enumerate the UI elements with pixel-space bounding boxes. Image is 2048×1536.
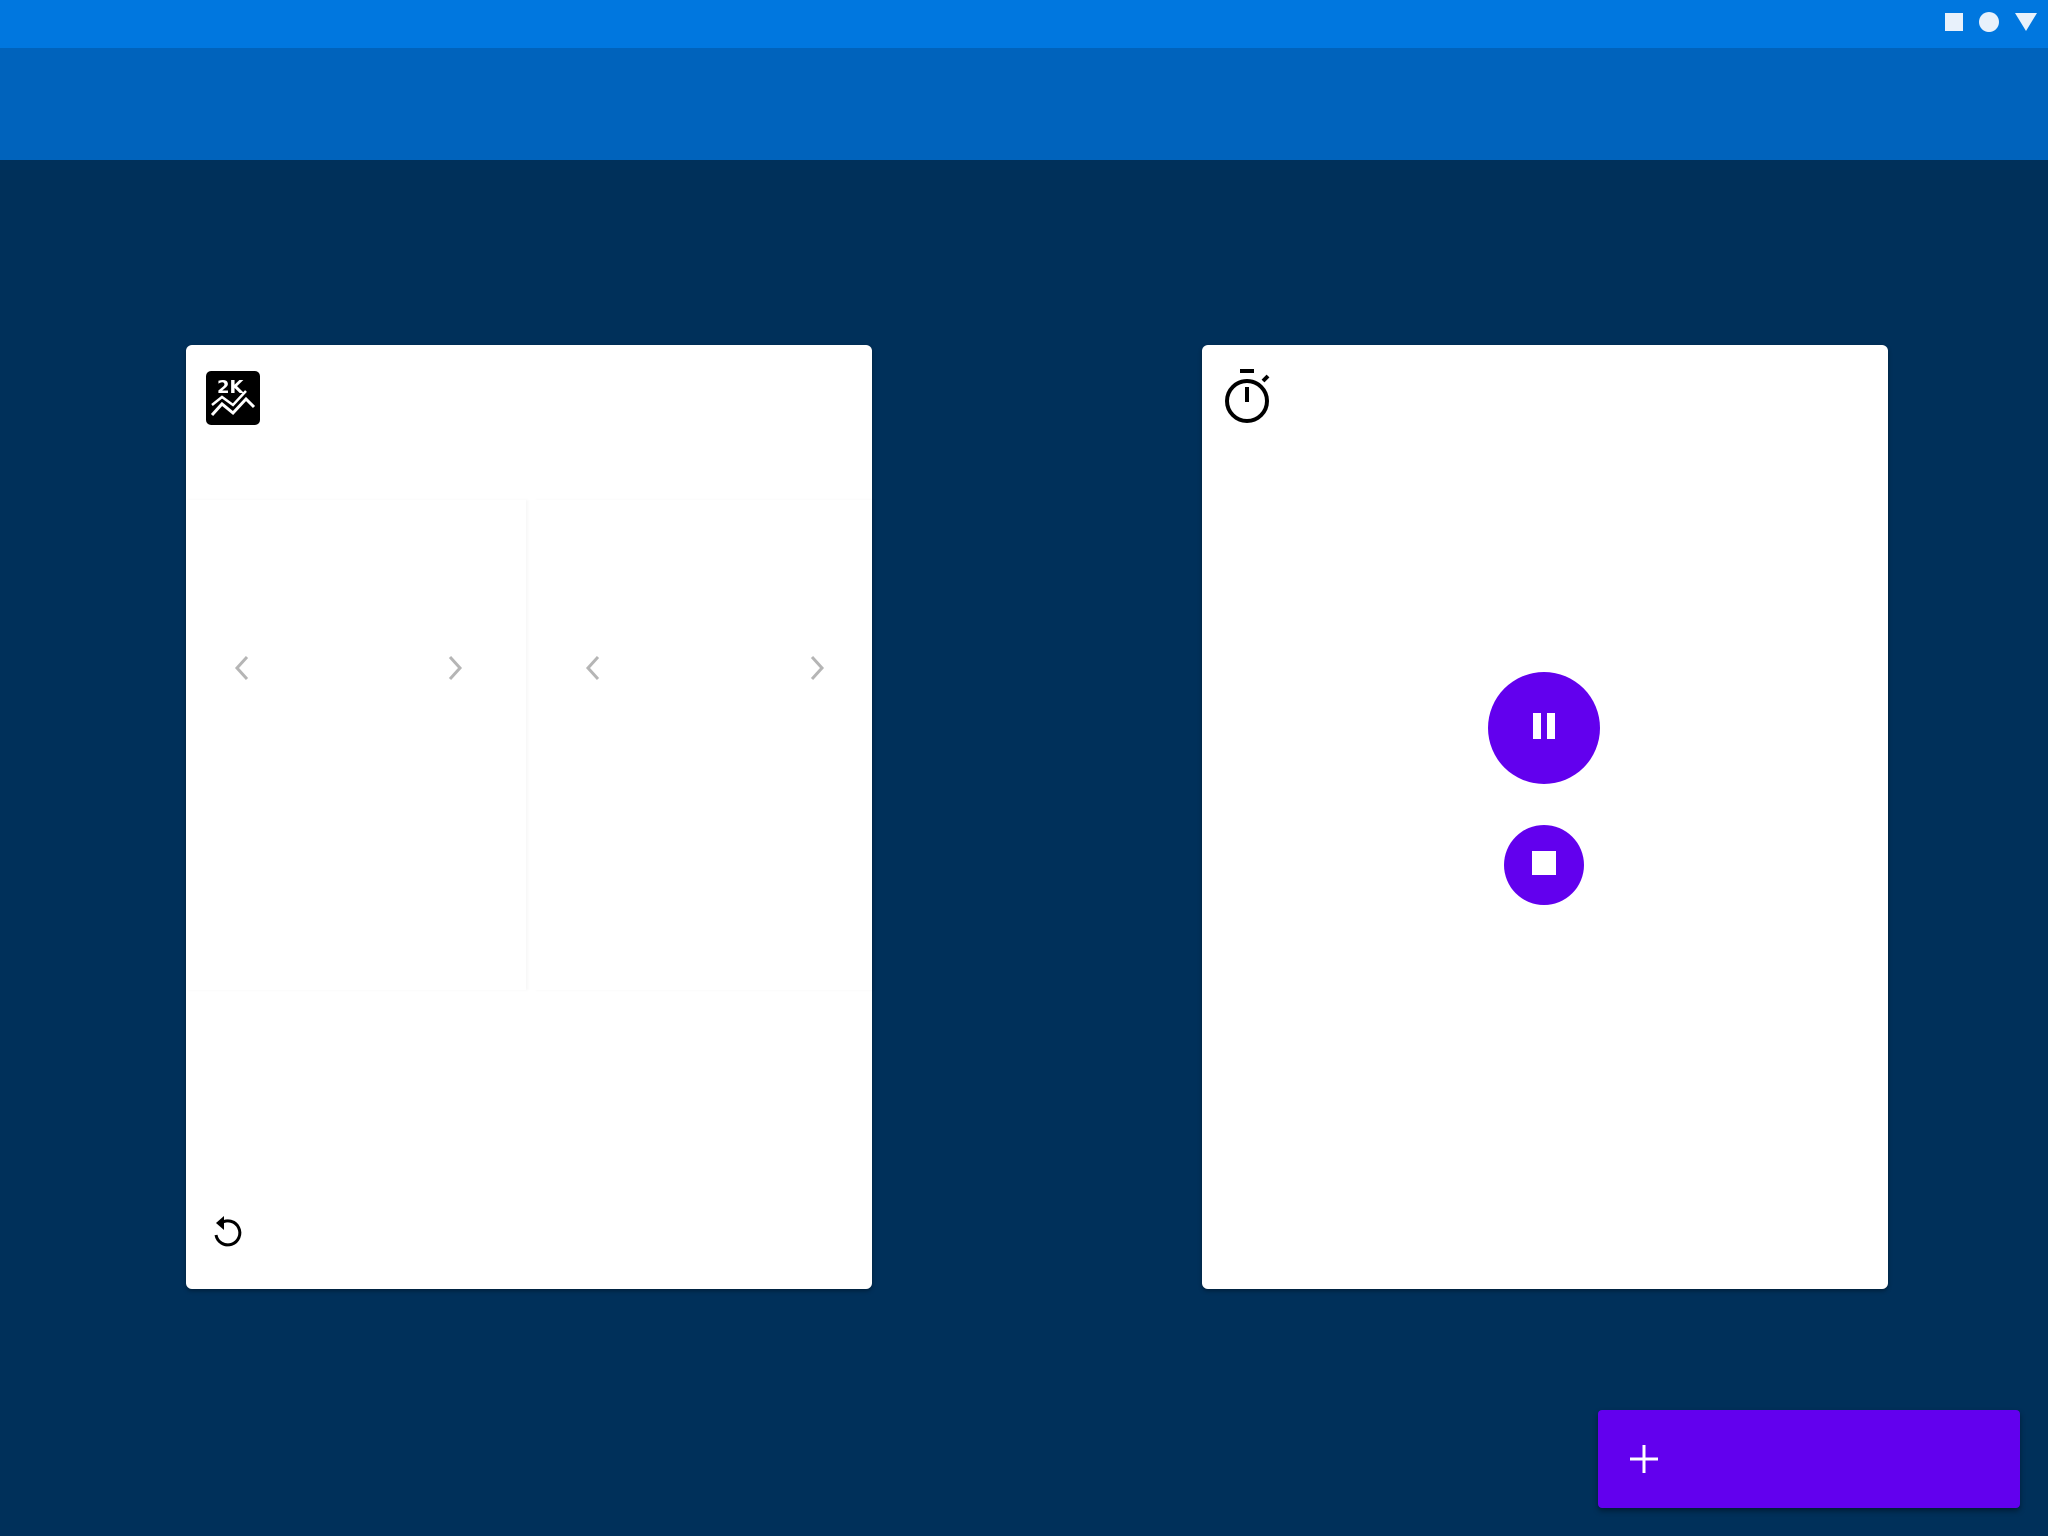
plus-icon (1628, 1443, 1660, 1475)
pause-icon (1529, 711, 1559, 746)
stopwatch-card (1202, 345, 1888, 1289)
pause-button[interactable] (1488, 672, 1600, 784)
add-button[interactable] (1598, 1410, 2020, 1508)
app-bar (0, 48, 2048, 160)
reset-button[interactable] (206, 1213, 250, 1257)
number-picker-2[interactable] (534, 500, 872, 990)
stopwatch-icon (1220, 369, 1274, 423)
triangle-down-icon (2014, 12, 2038, 37)
picker-2-prev-button[interactable] (579, 652, 607, 688)
circle-icon (1978, 11, 2000, 38)
2k-chart-icon: 2K (206, 371, 260, 425)
square-icon (1944, 12, 1964, 37)
chevron-left-icon (233, 653, 251, 688)
status-bar (0, 0, 2048, 48)
chevron-right-icon (446, 653, 464, 688)
time-picker-card: 2K (186, 345, 872, 1289)
replay-icon (208, 1213, 248, 1258)
picker-1-next-button[interactable] (441, 652, 469, 688)
stop-button[interactable] (1504, 825, 1584, 905)
picker-1-prev-button[interactable] (228, 652, 256, 688)
number-picker-1[interactable] (186, 500, 526, 990)
chevron-left-icon (584, 653, 602, 688)
status-icons (1944, 11, 2038, 37)
chevron-right-icon (808, 653, 826, 688)
stop-icon (1531, 850, 1557, 881)
picker-2-next-button[interactable] (803, 652, 831, 688)
svg-text:2K: 2K (217, 377, 245, 398)
